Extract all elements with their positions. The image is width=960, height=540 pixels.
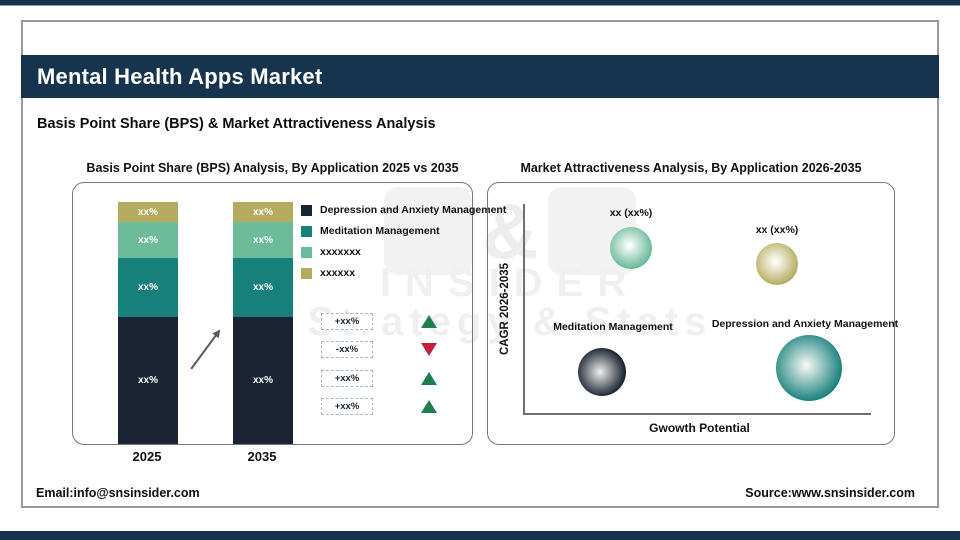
- bubble-green: [610, 227, 652, 269]
- stacked-bar-2035: xx% xx% xx% xx%: [233, 202, 293, 444]
- legend-swatch-teal: [301, 226, 312, 237]
- segment-value: xx%: [253, 282, 273, 293]
- bar-segment-khaki: xx%: [118, 202, 178, 222]
- bubble-label-khaki: xx (xx%): [756, 224, 799, 236]
- attractiveness-chart-title: Market Attractiveness Analysis, By Appli…: [487, 161, 895, 175]
- segment-value: xx%: [138, 375, 158, 386]
- bar-segment-navy: xx%: [118, 317, 178, 444]
- bubble-label-green: xx (xx%): [610, 207, 653, 219]
- growth-arrow-icon: [190, 330, 219, 369]
- x-axis-label: Gwowth Potential: [528, 421, 871, 435]
- x-tick-2025: 2025: [117, 449, 177, 464]
- bps-legend: Depression and Anxiety Management Medita…: [301, 203, 506, 287]
- segment-value: xx%: [253, 375, 273, 386]
- stacked-bar-2025: xx% xx% xx% xx%: [118, 202, 178, 444]
- delta-value-box: -xx%: [321, 341, 373, 358]
- up-triangle-icon: [421, 372, 437, 385]
- segment-value: xx%: [253, 207, 273, 218]
- delta-value-box: +xx%: [321, 398, 373, 415]
- delta-value-box: +xx%: [321, 370, 373, 387]
- footer-source: Source:www.snsinsider.com: [745, 486, 915, 500]
- segment-value: xx%: [253, 235, 273, 246]
- bubble-label-depression: Depression and Anxiety Management: [712, 318, 898, 330]
- legend-swatch-green: [301, 247, 312, 258]
- legend-label: xxxxxx: [320, 267, 355, 279]
- segment-value: xx%: [138, 282, 158, 293]
- legend-item-placeholder-2: xxxxxx: [301, 266, 506, 280]
- bubble-depression: [776, 335, 842, 401]
- delta-row: +xx%: [321, 398, 437, 415]
- y-axis-label: CAGR 2026-2035: [499, 263, 511, 355]
- attractiveness-chart-panel: CAGR 2026-2035 Gwowth Potential xx (xx%)…: [487, 182, 895, 445]
- bar-segment-green: xx%: [233, 222, 293, 258]
- legend-item-placeholder-1: xxxxxxx: [301, 245, 506, 259]
- legend-swatch-navy: [301, 205, 312, 216]
- segment-value: xx%: [138, 235, 158, 246]
- bar-segment-teal: xx%: [233, 258, 293, 317]
- x-tick-2035: 2035: [232, 449, 292, 464]
- x-axis-line: [523, 413, 871, 415]
- segment-value: xx%: [138, 207, 158, 218]
- bottom-accent-strip: [0, 531, 960, 540]
- bubble-khaki: [756, 243, 798, 285]
- legend-item-depression: Depression and Anxiety Management: [301, 203, 506, 217]
- delta-row: +xx%: [321, 313, 437, 330]
- bps-chart-title: Basis Point Share (BPS) Analysis, By App…: [72, 161, 473, 175]
- up-triangle-icon: [421, 400, 437, 413]
- delta-value-box: +xx%: [321, 313, 373, 330]
- down-triangle-icon: [421, 343, 437, 356]
- legend-label: xxxxxxx: [320, 246, 361, 258]
- legend-label: Meditation Management: [320, 225, 440, 237]
- page-title: Mental Health Apps Market: [21, 64, 322, 90]
- legend-label: Depression and Anxiety Management: [320, 204, 506, 216]
- y-axis-line: [523, 204, 525, 415]
- bubble-label-meditation: Meditation Management: [553, 321, 673, 333]
- bubble-meditation: [578, 348, 626, 396]
- delta-row: +xx%: [321, 370, 437, 387]
- bar-segment-navy: xx%: [233, 317, 293, 444]
- footer-email: Email:info@snsinsider.com: [36, 486, 200, 500]
- slide: & INSIDER Strategy & Stats Mental Health…: [0, 0, 960, 540]
- bar-segment-teal: xx%: [118, 258, 178, 317]
- legend-swatch-khaki: [301, 268, 312, 279]
- top-accent-strip: [0, 0, 960, 6]
- title-band: Mental Health Apps Market: [21, 55, 939, 98]
- delta-row: -xx%: [321, 341, 437, 358]
- bar-segment-green: xx%: [118, 222, 178, 258]
- up-triangle-icon: [421, 315, 437, 328]
- legend-item-meditation: Meditation Management: [301, 224, 506, 238]
- page-subtitle: Basis Point Share (BPS) & Market Attract…: [37, 116, 436, 132]
- bps-chart-panel: xx% xx% xx% xx% xx% xx% xx% xx% Depressi…: [72, 182, 473, 445]
- bar-segment-khaki: xx%: [233, 202, 293, 222]
